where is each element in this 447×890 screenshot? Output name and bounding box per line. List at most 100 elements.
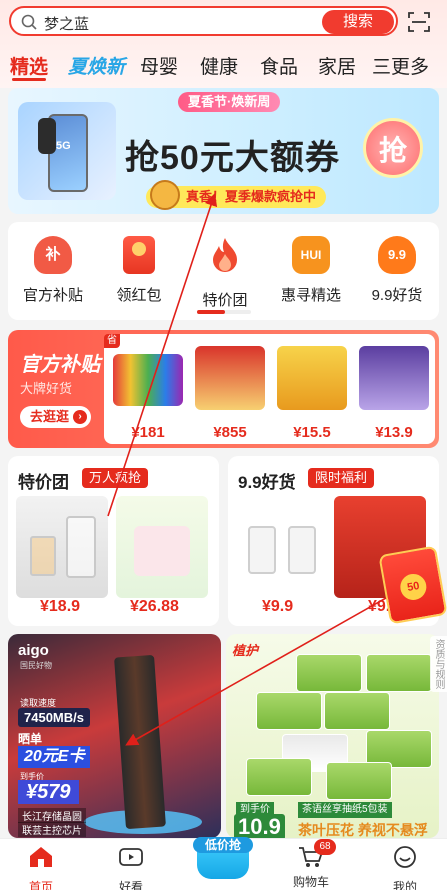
tab-summer-new[interactable]: 夏焕新 [68,52,125,79]
entry-99-goods[interactable]: 9.9 9.9好货 [352,236,442,305]
subsidy-desc: 大牌好货 [20,381,73,396]
nav-home[interactable]: 首页 [6,845,76,890]
video-icon [119,848,143,866]
speed-value: 7450MB/s [18,708,90,727]
entry-label: 9.9好货 [371,287,423,304]
glass-set-product-image[interactable] [16,496,108,598]
tissue-name: 茶语丝享抽纸5包装 [298,802,392,818]
scan-icon[interactable] [407,10,431,34]
product-item[interactable]: ¥15.5 [272,346,352,441]
tab-home[interactable]: 家居 [318,52,356,79]
grab-button[interactable]: 抢 [363,118,423,178]
brand-logo: 植护 [232,643,259,658]
banner-subtitle: 真香！夏季爆款疯抢中 [146,180,327,210]
browse-button[interactable]: 去逛逛 › [20,406,92,428]
ssd-product-tile[interactable]: aigo 国民好物 读取速度 7450MB/s 晒单 20元E卡 到手价 ¥57… [8,634,221,838]
promo-banner[interactable]: 5G 夏香节·焕新周 抢50元大额券 抢 真香！夏季爆款疯抢中 [8,88,439,214]
tea-drink-product-image [277,346,347,410]
entry-red-envelope[interactable]: 领红包 [94,236,184,305]
brand-logo: aigo [18,642,49,659]
product-price: ¥9.9 [262,598,294,615]
entry-label: 领红包 [116,287,162,304]
tissue-pack [296,654,362,692]
tissue-slogan: 茶叶压花 养视不悬浮 [298,822,428,838]
product-price: ¥181 [131,424,165,441]
profile-icon [394,846,416,868]
group-deals-title: 特价团 [18,473,69,492]
grid-scroll-indicator [197,310,251,314]
entry-label: 特价团 [202,292,248,309]
mascot-icon [150,180,180,210]
tissue-pack [324,692,390,730]
more-categories-button[interactable]: 三更多 [372,52,429,79]
tab-food[interactable]: 食品 [260,52,298,79]
search-button[interactable]: 搜索 [322,10,394,34]
bag-icon: 低价抢 [193,831,253,887]
product-price: ¥18.9 [40,598,81,615]
nav-cart[interactable]: 68 购物车 [276,839,346,890]
product-item[interactable]: ¥855 [190,346,270,441]
promo-price: ¥579 [18,780,79,804]
category-tabs: 精选 夏焕新 母婴 健康 食品 家居 三更多 [0,48,447,84]
subsidy-title: 官方补贴 [20,354,100,376]
search-icon [21,14,37,30]
cheap-goods-pill: 限时福利 [308,468,375,488]
subsidy-bag-icon: 补 [34,236,72,274]
liquor-product-image [195,346,265,410]
banner-tag: 夏香节·焕新周 [178,92,281,112]
cheap-goods-title: 9.9好货 [238,473,296,492]
tissue-pack [366,654,432,692]
nav-profile[interactable]: 我的 [370,845,440,890]
product-price: ¥855 [213,424,247,441]
bottom-nav: 首页 好看 低价抢 68 购物车 我的 [0,837,447,890]
entry-label: 惠寻精选 [280,287,341,304]
qualification-rules-link[interactable]: 资质与规则 [430,636,447,692]
markers-product-image [113,354,183,406]
group-deals-pill: 万人疯抢 [82,468,149,488]
tissue-product-tile[interactable]: 植护 到手价 10.9 茶语丝享抽纸5包装 茶叶压花 养视不悬浮 [226,634,439,838]
nav-label: 首页 [28,880,53,890]
tab-featured[interactable]: 精选 [10,52,48,79]
red-envelope-icon [123,236,155,274]
nav-label: 我的 [392,880,417,890]
tissue-pack [256,692,322,730]
header: 梦之蓝 搜索 精选 夏焕新 母婴 健康 食品 家居 三更多 [0,0,447,88]
review-reward-label: 晒单 [18,732,43,746]
hui-icon: HUI [292,236,330,274]
phone-camera [38,118,56,154]
chevron-right-icon: › [73,410,88,424]
group-deals-card[interactable]: 特价团 万人疯抢 ¥18.9 ¥26.88 [8,456,219,626]
phone-5g-mark: 5G [56,140,71,152]
subsidy-products: ¥181 ¥855 ¥15.5 ¥13.9 [104,334,435,444]
product-price: ¥13.9 [375,424,413,441]
official-subsidy-section[interactable]: 官方补贴 大牌好货 去逛逛 › ¥181 ¥855 ¥15.5 ¥13.9 省 [8,330,439,448]
active-tab-underline [12,78,46,81]
product-price: ¥26.88 [130,598,179,615]
save-badge: 省 [104,334,120,348]
cotton-pads-product-image[interactable] [116,496,208,598]
floating-red-packet[interactable]: 50 [378,545,447,625]
tissue-pack [246,758,312,796]
search-bar[interactable]: 梦之蓝 搜索 [9,6,398,36]
product-price: ¥15.5 [293,424,331,441]
tab-health[interactable]: 健康 [200,52,238,79]
product-item[interactable]: ¥181 [108,346,188,441]
entry-label: 官方补贴 [22,287,83,304]
entry-group-deals[interactable]: 特价团 [180,236,270,310]
ecard-reward: 20元E卡 [18,746,91,768]
entry-official-subsidy[interactable]: 补 官方补贴 [8,236,98,305]
search-input[interactable]: 梦之蓝 [44,13,89,34]
nav-watch[interactable]: 好看 [96,845,166,890]
tab-baby[interactable]: 母婴 [140,52,178,79]
brand-subtitle: 国民好物 [20,661,52,670]
banner-headline: 抢50元大额券 [125,139,340,177]
banner-subtitle-text: 真香！夏季爆款疯抢中 [186,189,317,204]
nav-label: 好看 [118,880,143,890]
product-item[interactable]: ¥13.9 [354,346,434,441]
entry-hui-selection[interactable]: HUI 惠寻精选 [266,236,356,305]
tumbler-product-image[interactable] [236,496,328,598]
nav-label: 购物车 [292,875,329,889]
low-price-label: 低价抢 [193,837,253,853]
cart-icon-wrap: 68 [298,839,336,869]
ssd-product-image [114,654,166,830]
